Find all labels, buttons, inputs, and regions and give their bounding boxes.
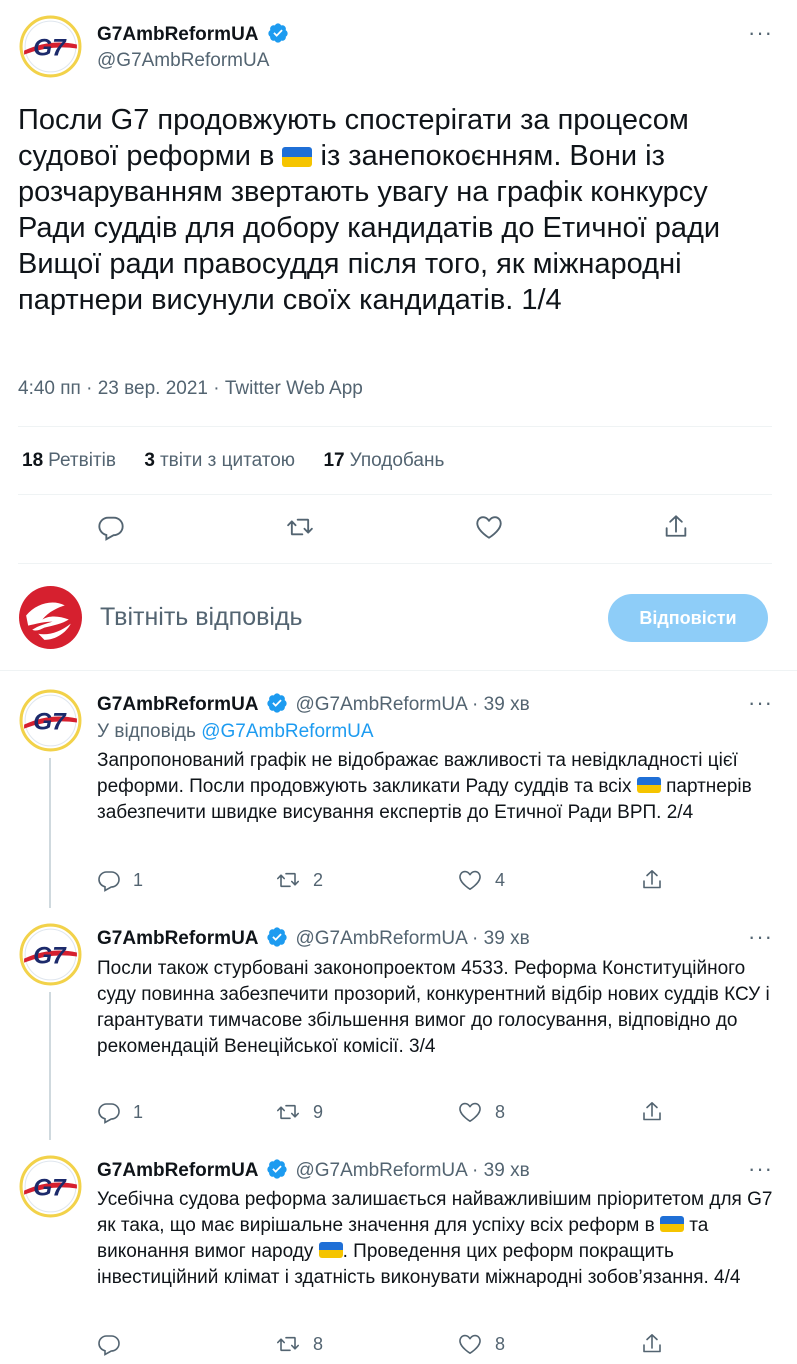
reply-icon[interactable] <box>97 513 125 541</box>
retweet-icon <box>275 868 301 892</box>
reply-action[interactable] <box>97 1332 121 1356</box>
reply-avatar[interactable] <box>18 922 83 987</box>
retweet-icon <box>275 1332 301 1356</box>
like-action[interactable]: 4 <box>457 868 505 892</box>
ukraine-flag-icon <box>659 1216 684 1232</box>
thread-line <box>49 992 51 1140</box>
reply-icon <box>97 868 121 892</box>
retweet-action[interactable]: 9 <box>275 1100 323 1124</box>
share-action[interactable] <box>640 1100 664 1124</box>
author-name-row[interactable]: G7AmbReformUA <box>97 22 289 46</box>
reply-avatar[interactable] <box>18 688 83 753</box>
more-options-icon[interactable]: ··· <box>748 22 773 44</box>
tweet-timestamp[interactable]: 4:40 пп · 23 вер. 2021 · Twitter Web App <box>18 378 363 400</box>
like-icon <box>457 1332 483 1356</box>
share-icon <box>640 1332 664 1356</box>
main-action-bar <box>0 510 797 546</box>
share-icon[interactable] <box>662 513 690 541</box>
g7-logo-icon <box>18 922 83 987</box>
like-icon <box>457 1100 483 1124</box>
reply-text: Запропонований графік не відображає важл… <box>97 750 752 823</box>
reply-header: G7AmbReformUA @G7AmbReformUA · 39 хв <box>97 692 530 716</box>
reply-handle-time[interactable]: @G7AmbReformUA · 39 хв <box>295 1160 529 1181</box>
retweets-stat[interactable]: 18 Ретвітів <box>22 450 116 471</box>
retweet-action[interactable]: 2 <box>275 868 323 892</box>
reply-display-name[interactable]: G7AmbReformUA <box>97 694 259 715</box>
more-options-icon[interactable]: ··· <box>748 1158 773 1180</box>
retweet-icon[interactable] <box>286 513 314 541</box>
verified-badge-icon <box>267 22 289 44</box>
tweet-text: Посли G7 продовжують спостерігати за про… <box>18 104 721 316</box>
ukraine-flag-icon <box>636 777 661 793</box>
share-action[interactable] <box>640 1332 664 1356</box>
author-display-name[interactable]: G7AmbReformUA <box>97 24 259 45</box>
more-options-icon[interactable]: ··· <box>748 926 773 948</box>
verified-badge-icon <box>266 926 288 948</box>
reply-handle-time[interactable]: @G7AmbReformUA · 39 хв <box>295 928 529 949</box>
likes-stat[interactable]: 17 Уподобань <box>323 450 444 471</box>
reply-header: G7AmbReformUA @G7AmbReformUA · 39 хв <box>97 926 530 950</box>
reply-avatar[interactable] <box>18 1154 83 1219</box>
reply-text: Посли також стурбовані законопроектом 45… <box>97 958 770 1057</box>
g7-logo-icon <box>18 1154 83 1219</box>
verified-badge-icon <box>266 692 288 714</box>
share-action[interactable] <box>640 868 664 892</box>
reply-action-bar: 1 2 4 <box>97 868 777 896</box>
reply-display-name[interactable]: G7AmbReformUA <box>97 928 259 949</box>
reply-action-bar: 1 9 8 <box>97 1100 777 1128</box>
reply-icon <box>97 1100 121 1124</box>
more-options-icon[interactable]: ··· <box>748 692 773 714</box>
reply-text: Усебічна судова реформа залишається найв… <box>97 1189 773 1288</box>
reply-display-name[interactable]: G7AmbReformUA <box>97 1160 259 1181</box>
like-icon[interactable] <box>475 513 503 541</box>
like-icon <box>457 868 483 892</box>
like-action[interactable]: 8 <box>457 1332 505 1356</box>
share-icon <box>640 1100 664 1124</box>
like-action[interactable]: 8 <box>457 1100 505 1124</box>
ukraine-flag-icon <box>282 147 313 167</box>
replying-to-link[interactable]: @G7AmbReformUA <box>201 721 373 742</box>
ukraine-flag-icon <box>318 1242 343 1258</box>
author-avatar[interactable] <box>18 14 83 79</box>
replying-to: У відповідь @G7AmbReformUA <box>97 721 374 742</box>
reply-handle-time[interactable]: @G7AmbReformUA · 39 хв <box>295 694 529 715</box>
g7-logo-icon <box>18 14 83 79</box>
verified-badge-icon <box>266 1158 288 1180</box>
g7-logo-icon <box>18 688 83 753</box>
compose-input[interactable]: Твітніть відповідь <box>100 603 303 632</box>
reply-icon <box>97 1332 121 1356</box>
user-avatar-icon[interactable] <box>18 585 83 650</box>
reply-action-bar: 8 8 <box>97 1332 777 1360</box>
thread-line <box>49 758 51 908</box>
reply-action[interactable]: 1 <box>97 868 143 892</box>
reply-header: G7AmbReformUA @G7AmbReformUA · 39 хв <box>97 1158 530 1182</box>
retweet-action[interactable]: 8 <box>275 1332 323 1356</box>
reply-action[interactable]: 1 <box>97 1100 143 1124</box>
retweet-icon <box>275 1100 301 1124</box>
share-icon <box>640 868 664 892</box>
reply-button[interactable]: Відповісти <box>608 594 768 642</box>
quotes-stat[interactable]: 3 твіти з цитатою <box>144 450 295 471</box>
tweet-stats: 18 Ретвітів 3 твіти з цитатою 17 Уподобань <box>22 450 444 472</box>
author-handle[interactable]: @G7AmbReformUA <box>97 50 269 72</box>
